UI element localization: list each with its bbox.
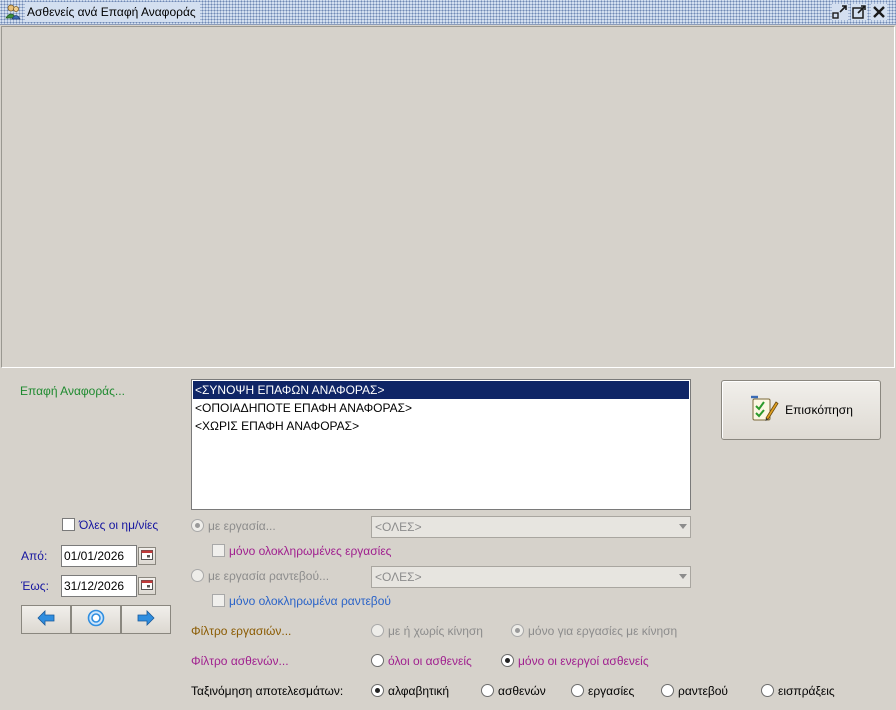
sort-radio-receipts[interactable] [761, 684, 774, 697]
calendar-button-from[interactable] [138, 547, 156, 565]
appt-work-combo[interactable]: <ΟΛΕΣ> [371, 566, 691, 588]
work-combo-value: <ΟΛΕΣ> [375, 520, 422, 534]
next-period-button[interactable] [121, 605, 171, 634]
appt-work-combo-value: <ΟΛΕΣ> [375, 570, 422, 584]
patient-filter-option: μόνο οι ενεργοί ασθενείς [518, 654, 649, 668]
completed-works-label: μόνο ολοκληρωμένες εργασίες [229, 544, 392, 558]
restore-icon[interactable] [832, 4, 848, 20]
completed-appts-label: μόνο ολοκληρωμένα ραντεβού [229, 594, 391, 608]
patient-filter-radio-all[interactable] [371, 654, 384, 667]
sort-radio-appointments[interactable] [661, 684, 674, 697]
previous-period-button[interactable] [21, 605, 71, 634]
completed-works-checkbox[interactable] [212, 544, 225, 557]
sort-option: εργασίες [588, 684, 635, 698]
arrow-right-icon [137, 610, 155, 629]
chevron-down-icon [679, 524, 687, 529]
with-appt-work-radio[interactable] [191, 569, 204, 582]
contact-label: Επαφή Αναφοράς... [20, 384, 125, 398]
sort-option: ραντεβού [678, 684, 728, 698]
sort-label: Ταξινόμηση αποτελεσμάτων: [191, 684, 344, 698]
calendar-icon [141, 549, 153, 563]
to-label: Έως: [21, 579, 49, 593]
patient-filter-radio-active[interactable] [501, 654, 514, 667]
sort-radio-patients[interactable] [481, 684, 494, 697]
sort-option: αλφαβητική [388, 684, 450, 698]
window-title: Ασθενείς ανά Επαφή Αναφοράς [25, 2, 200, 22]
completed-appts-checkbox[interactable] [212, 594, 225, 607]
maximize-icon[interactable] [851, 4, 867, 20]
close-icon[interactable] [871, 4, 887, 20]
sort-radio-alphabetical[interactable] [371, 684, 384, 697]
sort-option: εισπράξεις [778, 684, 835, 698]
all-dates-checkbox[interactable] [62, 518, 75, 531]
work-filter-option: μόνο για εργασίες με κίνηση [528, 624, 678, 638]
calendar-icon [141, 579, 153, 593]
list-item[interactable]: <ΧΩΡΙΣ ΕΠΑΦΗ ΑΝΑΦΟΡΑΣ> [193, 417, 689, 435]
work-filter-option: με ή χωρίς κίνηση [388, 624, 483, 638]
preview-button-label: Επισκόπηση [785, 403, 853, 417]
user-group-icon [4, 3, 22, 21]
target-icon [87, 609, 105, 630]
preview-button[interactable]: Επισκόπηση [721, 380, 881, 440]
with-appt-work-label: με εργασία ραντεβού... [208, 569, 330, 583]
list-item[interactable]: <ΟΠΟΙΑΔΗΠΟΤΕ ΕΠΑΦΗ ΑΝΑΦΟΡΑΣ> [193, 399, 689, 417]
all-dates-label: Όλες οι ημ/νίες [79, 518, 159, 532]
work-filter-label: Φίλτρο εργασιών... [191, 624, 292, 638]
calendar-button-to[interactable] [138, 577, 156, 595]
to-date-input[interactable]: 31/12/2026 [61, 575, 137, 597]
from-date-input[interactable]: 01/01/2026 [61, 545, 137, 567]
with-work-radio[interactable] [191, 519, 204, 532]
contact-listbox[interactable]: <ΣΥΝΟΨΗ ΕΠΑΦΩΝ ΑΝΑΦΟΡΑΣ> <ΟΠΟΙΑΔΗΠΟΤΕ ΕΠ… [191, 379, 691, 510]
from-label: Από: [21, 549, 48, 563]
checklist-pen-icon [749, 394, 779, 427]
sort-option: ασθενών [498, 684, 546, 698]
with-work-label: με εργασία... [208, 519, 276, 533]
results-panel [1, 26, 895, 368]
chevron-down-icon [679, 574, 687, 579]
sort-radio-works[interactable] [571, 684, 584, 697]
arrow-left-icon [37, 610, 55, 629]
work-filter-radio-moving[interactable] [511, 624, 524, 637]
patient-filter-label: Φίλτρο ασθενών... [191, 654, 289, 668]
list-item[interactable]: <ΣΥΝΟΨΗ ΕΠΑΦΩΝ ΑΝΑΦΟΡΑΣ> [193, 381, 689, 399]
patient-filter-option: όλοι οι ασθενείς [388, 654, 472, 668]
work-filter-radio-any[interactable] [371, 624, 384, 637]
work-combo[interactable]: <ΟΛΕΣ> [371, 516, 691, 538]
current-period-button[interactable] [71, 605, 121, 634]
